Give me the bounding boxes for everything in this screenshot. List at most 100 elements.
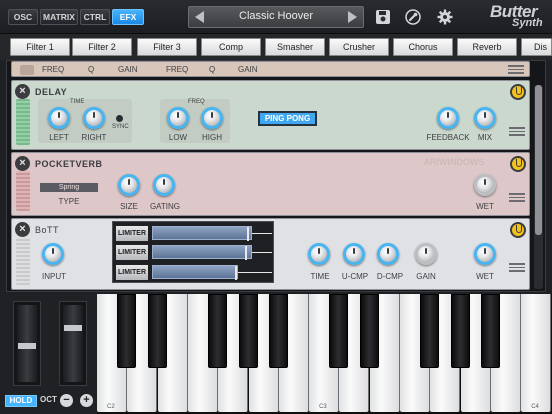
verb-title: POCKETVERB [35,159,103,169]
pocketverb-module: × POCKETVERB ARIWINDOWS Spring TYPE SIZE… [11,152,530,216]
next-preset-icon[interactable] [348,11,357,23]
bott-input-knob[interactable] [42,243,64,265]
black-key[interactable] [117,294,137,368]
rack-scroll-thumb[interactable] [535,85,542,235]
black-key[interactable] [147,294,167,368]
octave-label: OCT [40,395,57,404]
preset-name[interactable]: Classic Hoover [209,10,343,22]
filter-freq-label: FREQ [42,65,65,74]
delay-high-knob[interactable] [201,107,223,129]
limiter-mid-button[interactable]: LIMITER [115,244,149,261]
fx-tab-crusher[interactable]: Crusher [329,38,389,56]
limiter-high-button[interactable]: LIMITER [115,225,149,242]
verb-drag-handle[interactable] [509,191,525,205]
white-key[interactable] [521,294,552,412]
octave-down-button[interactable]: − [60,394,73,407]
delay-power-button[interactable] [510,84,526,100]
bott-gain-label: GAIN [416,272,436,281]
band-low-peak [235,266,237,280]
delay-freq-label: FREQ [188,99,205,105]
ping-pong-button[interactable]: PING PONG [258,111,317,126]
fx-tab-filter-2[interactable]: Filter 2 [72,38,132,56]
bott-wet-knob[interactable] [474,243,496,265]
delay-left-knob[interactable] [48,107,70,129]
bott-gain-knob[interactable] [415,243,437,265]
mod-wheel-marker [64,325,82,331]
bott-downward-comp-knob[interactable] [377,243,399,265]
fx-tab-smasher[interactable]: Smasher [265,38,325,56]
fx-tab-chorus[interactable]: Chorus [393,38,453,56]
black-key[interactable] [329,294,349,368]
band-high-threshold[interactable] [252,233,272,234]
key-octave-label: C4 [531,404,539,410]
filter-gain-label-2: GAIN [238,65,258,74]
delay-drag-handle[interactable] [509,125,525,139]
band-low-meter [152,265,238,280]
gear-icon[interactable] [437,9,453,25]
bott-stripe [16,237,30,285]
black-key[interactable] [238,294,258,368]
bott-ucmp-label: U-CMP [341,272,369,281]
verb-type-label: TYPE [58,197,80,206]
keyboard-area: HOLD OCT − + C2 C3 C4 [0,294,552,414]
save-icon[interactable] [375,9,391,25]
band-low-threshold[interactable] [238,272,272,273]
delay-mix-knob[interactable] [474,107,496,129]
bott-time-label: TIME [310,272,330,281]
delay-sync-indicator[interactable] [116,115,123,122]
tab-ctrl[interactable]: CTRL [80,9,110,25]
rack-scrollbar[interactable] [534,85,543,289]
black-key[interactable] [480,294,500,368]
fx-tab-comp[interactable]: Comp [201,38,261,56]
butter-synth-app: OSC MATRIX CTRL EFX Classic Hoover Butte… [0,0,552,414]
verb-stripe [16,171,30,211]
fx-tab-filter-1[interactable]: Filter 1 [10,38,70,56]
verb-size-knob[interactable] [118,174,140,196]
black-key[interactable] [268,294,288,368]
bott-power-button[interactable] [510,222,526,238]
bott-close-button[interactable]: × [15,222,30,237]
delay-low-knob[interactable] [167,107,189,129]
band-mid-meter [152,245,252,260]
band-mid-threshold[interactable] [252,252,272,253]
filter-module: FREQ Q GAIN FREQ Q GAIN [11,61,530,77]
verb-close-button[interactable]: × [15,156,30,171]
verb-gating-knob[interactable] [153,174,175,196]
tab-efx[interactable]: EFX [112,9,144,25]
piano-keyboard: C2 C3 C4 [97,294,552,414]
band-high-meter [152,226,252,241]
verb-wet-knob[interactable] [474,174,496,196]
mod-wheel[interactable] [59,301,87,386]
limiter-low-button[interactable]: LIMITER [115,264,149,281]
limiter-panel: LIMITER LIMITER LIMITER [112,221,274,283]
wrench-icon[interactable] [405,9,421,25]
bott-wet-label: WET [476,272,494,281]
verb-power-button[interactable] [510,156,526,172]
effects-tab-bar: Filter 1 Filter 2 Filter 3 Comp Smasher … [0,34,552,60]
black-key[interactable] [359,294,379,368]
delay-feedback-knob[interactable] [437,107,459,129]
bott-drag-handle[interactable] [509,261,525,275]
delay-right-knob[interactable] [83,107,105,129]
verb-type-select[interactable]: Spring [40,183,98,192]
bott-upward-comp-knob[interactable] [343,243,365,265]
bott-time-knob[interactable] [308,243,330,265]
black-key[interactable] [208,294,228,368]
black-key[interactable] [420,294,440,368]
fx-tab-filter-3[interactable]: Filter 3 [137,38,197,56]
delay-feedback-label: FEEDBACK [426,133,470,142]
hold-button[interactable]: HOLD [5,395,37,407]
black-key[interactable] [450,294,470,368]
bott-dcmp-label: D-CMP [376,272,404,281]
tab-osc[interactable]: OSC [8,9,38,25]
previous-preset-icon[interactable] [195,11,204,23]
octave-up-button[interactable]: + [80,394,93,407]
tab-matrix[interactable]: MATRIX [40,9,78,25]
delay-left-label: LEFT [49,133,69,142]
fx-tab-distortion[interactable]: Dis [521,38,552,56]
delay-close-button[interactable]: × [15,84,30,99]
key-octave-label: C2 [107,404,115,410]
fx-tab-reverb[interactable]: Reverb [457,38,517,56]
pitch-wheel[interactable] [13,301,41,386]
filter-drag-handle[interactable] [508,63,524,77]
